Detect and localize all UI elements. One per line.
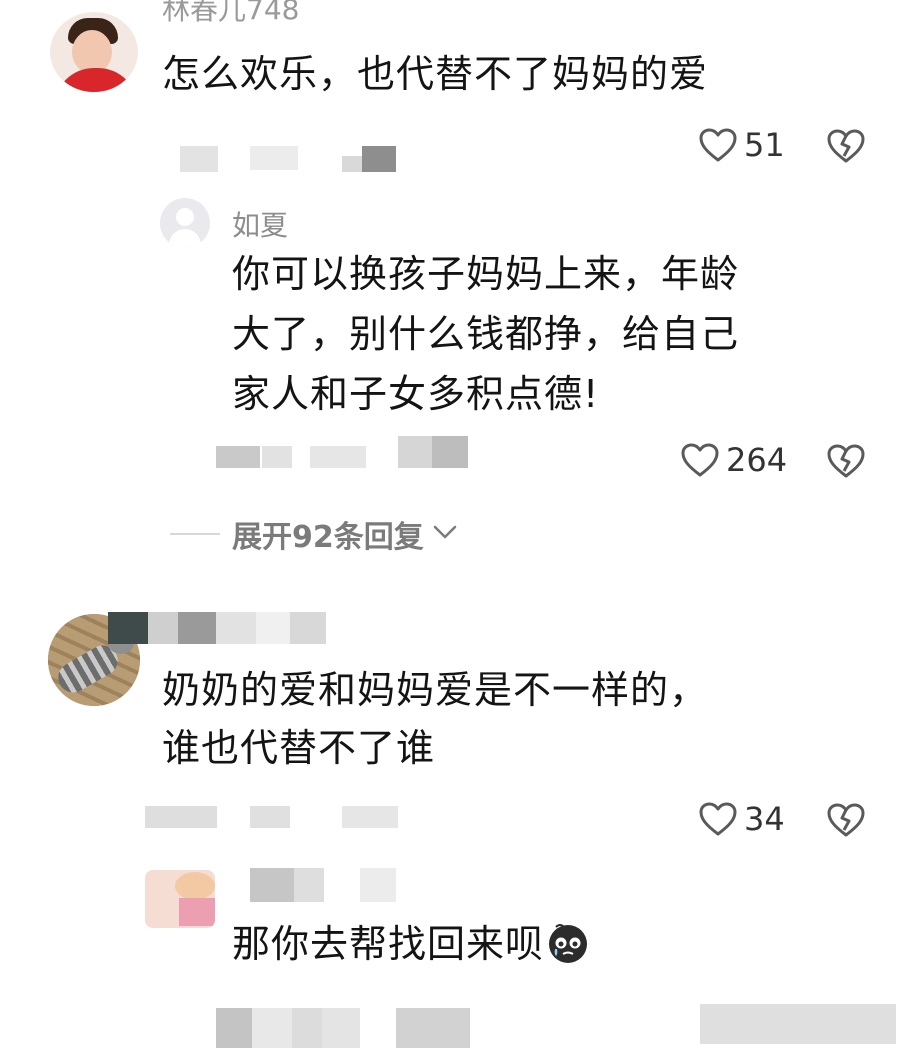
blurred-meta — [216, 446, 260, 468]
broken-heart-icon[interactable] — [826, 443, 866, 479]
avatar-shape — [179, 898, 215, 926]
heart-icon — [698, 127, 738, 163]
chevron-down-icon — [432, 522, 458, 546]
avatar-body — [169, 229, 201, 248]
blurred-username — [256, 612, 290, 644]
avatar-shape — [175, 872, 215, 900]
blurred-meta — [262, 446, 292, 468]
reply-avatar[interactable] — [145, 870, 215, 928]
blurred-meta — [322, 1008, 360, 1048]
blurred-username — [360, 868, 396, 902]
blurred-meta — [250, 806, 290, 828]
heart-icon — [680, 442, 720, 478]
expand-replies-button[interactable]: 展开92条回复 — [170, 512, 458, 556]
blurred-meta — [180, 146, 218, 172]
blurred-username — [216, 612, 256, 644]
blurred-meta — [216, 1008, 252, 1048]
like-count: 264 — [726, 441, 788, 479]
reply-text: 那你去帮找回来呗 — [232, 922, 545, 966]
blurred-username — [290, 612, 326, 644]
comment-text: 怎么欢乐，也代替不了妈妈的爱 — [162, 52, 709, 96]
blurred-username — [108, 612, 148, 644]
user-avatar[interactable] — [50, 12, 138, 92]
blurred-meta — [362, 146, 396, 172]
like-count: 34 — [744, 800, 785, 838]
blurred-username — [294, 868, 324, 902]
blurred-meta — [342, 806, 398, 828]
comment-username[interactable]: 林春儿748 — [162, 0, 299, 28]
blurred-username — [148, 612, 178, 644]
expand-replies-label: 展开92条回复 — [232, 520, 424, 555]
heart-icon — [698, 801, 738, 837]
blurred-meta — [342, 156, 364, 172]
reply-username[interactable]: 如夏 — [232, 204, 288, 244]
broken-heart-icon[interactable] — [826, 802, 866, 838]
blurred-meta — [250, 146, 298, 170]
blurred-meta — [432, 436, 468, 468]
avatar-head — [176, 208, 194, 226]
reply-text-row: 那你去帮找回来呗 — [232, 914, 590, 974]
comment-text-line: 谁也代替不了谁 — [162, 726, 436, 770]
blurred-meta — [398, 436, 432, 468]
like-button[interactable]: 34 — [698, 800, 785, 838]
blurred-username — [250, 868, 294, 902]
blurred-meta — [252, 1008, 292, 1048]
reply-text-line: 你可以换孩子妈妈上来，年龄 — [232, 252, 740, 296]
broken-heart-icon[interactable] — [826, 128, 866, 164]
blurred-meta — [292, 1008, 322, 1048]
avatar-shirt — [54, 68, 138, 92]
like-button[interactable]: 51 — [698, 126, 785, 164]
like-button[interactable]: 264 — [680, 441, 787, 479]
reply-text-line: 家人和子女多积点德! — [232, 372, 600, 416]
blurred-meta — [310, 446, 366, 468]
blurred-meta — [396, 1008, 470, 1048]
crying-emoji-icon — [546, 921, 590, 965]
comment-text-line: 奶奶的爱和妈妈爱是不一样的， — [162, 668, 709, 712]
like-count: 51 — [744, 126, 785, 164]
reply-avatar[interactable] — [160, 198, 210, 248]
blurred-username — [178, 612, 216, 644]
reply-text-line: 大了，别什么钱都挣，给自己 — [232, 312, 740, 356]
blurred-like-row — [700, 1004, 896, 1044]
divider-line — [170, 533, 220, 535]
blurred-meta — [145, 806, 217, 828]
